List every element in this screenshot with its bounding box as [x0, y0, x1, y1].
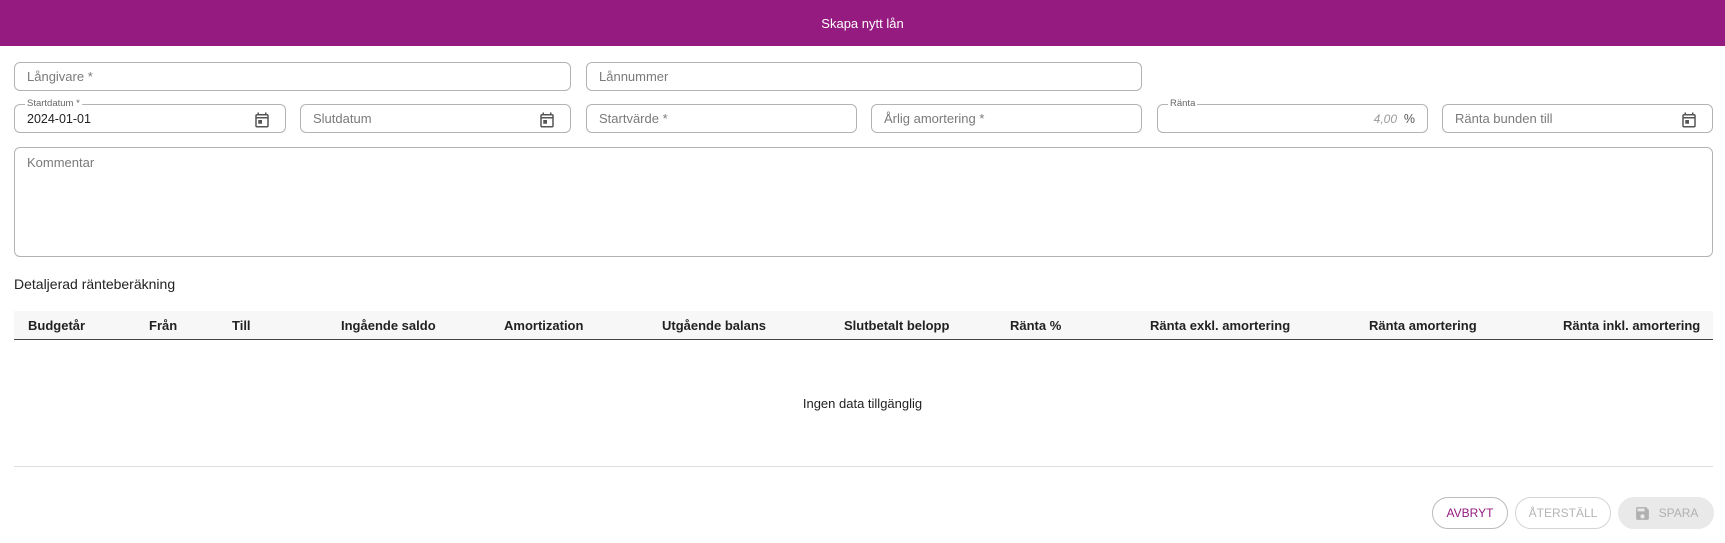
column-header[interactable]: Ingående saldo [341, 318, 436, 333]
save-button[interactable]: SPARA [1618, 497, 1714, 529]
empty-table-message: Ingen data tillgänglig [802, 396, 923, 411]
start-date-label: Startdatum * [25, 98, 82, 110]
start-value-placeholder: Startvärde * [599, 111, 668, 126]
save-button-label: SPARA [1658, 506, 1699, 520]
interest-field[interactable]: Ränta 4,00 % [1157, 98, 1428, 133]
column-header[interactable]: Till [232, 318, 251, 333]
start-date-field[interactable]: Startdatum * 2024-01-01 [14, 98, 286, 133]
comment-placeholder: Kommentar [27, 155, 95, 170]
interest-label: Ränta [1168, 98, 1198, 110]
lender-placeholder: Långivare * [27, 69, 93, 84]
loan-number-field[interactable]: Lånnummer [586, 62, 1142, 91]
column-header[interactable]: Ränta amortering [1369, 318, 1477, 333]
dialog-title: Skapa nytt lån [821, 15, 904, 31]
cancel-button[interactable]: AVBRYT [1432, 497, 1508, 529]
percent-suffix: % [1403, 112, 1415, 126]
loan-number-placeholder: Lånnummer [599, 69, 669, 84]
column-header[interactable]: Ränta exkl. amortering [1150, 318, 1290, 333]
save-icon [1635, 506, 1649, 520]
annual-amortization-placeholder: Årlig amortering * [884, 111, 985, 126]
comment-textarea[interactable]: Kommentar [14, 147, 1713, 257]
annual-amortization-field[interactable]: Årlig amortering * [871, 104, 1142, 133]
column-header[interactable]: Ränta % [1010, 318, 1061, 333]
column-header[interactable]: Ränta inkl. amortering [1563, 318, 1700, 333]
start-value-field[interactable]: Startvärde * [586, 104, 857, 133]
column-header[interactable]: Från [149, 318, 177, 333]
start-date-value: 2024-01-01 [27, 112, 91, 126]
calendar-icon[interactable] [538, 111, 556, 129]
end-date-field[interactable]: Slutdatum [300, 104, 571, 133]
calendar-icon[interactable] [1680, 111, 1698, 129]
table-header: Budgetår Från Till Ingående saldo Amorti… [14, 311, 1713, 340]
lender-field[interactable]: Långivare * [14, 62, 571, 91]
reset-button[interactable]: ÅTERSTÄLL [1515, 497, 1611, 529]
column-header[interactable]: Budgetår [28, 318, 85, 333]
interest-fixed-until-placeholder: Ränta bunden till [1455, 111, 1553, 126]
column-header[interactable]: Utgående balans [662, 318, 766, 333]
dialog-header: Skapa nytt lån [0, 0, 1725, 46]
calendar-icon[interactable] [253, 111, 271, 129]
table-divider [14, 466, 1713, 467]
interest-fixed-until-field[interactable]: Ränta bunden till [1442, 104, 1713, 133]
column-header[interactable]: Amortization [504, 318, 583, 333]
interest-value: 4,00 [1373, 112, 1397, 126]
section-title: Detaljerad ränteberäkning [14, 276, 176, 292]
end-date-placeholder: Slutdatum [313, 111, 372, 126]
column-header[interactable]: Slutbetalt belopp [844, 318, 949, 333]
